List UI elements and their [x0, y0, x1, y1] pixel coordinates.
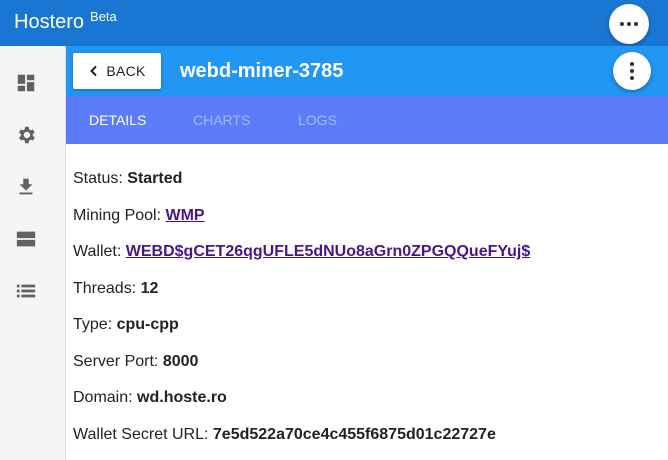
- status-row: Status: Started: [73, 170, 182, 188]
- server-port-label: Server Port:: [73, 353, 159, 370]
- wallet-label: Wallet:: [73, 243, 122, 260]
- wallet-row: Wallet: WEBD$gCET26qgUFLE5dNUo8aGrn0ZPGQ…: [73, 243, 530, 261]
- dashboard-icon: [17, 74, 35, 92]
- tab-bar: DETAILS CHARTS LOGS: [66, 96, 668, 144]
- wallet-secret-row: Wallet Secret URL: 7e5d522a70ce4c455f687…: [73, 426, 496, 444]
- back-button[interactable]: BACK: [73, 53, 161, 89]
- type-row: Type: cpu-cpp: [73, 316, 179, 334]
- sidebar-item-list[interactable]: [14, 279, 38, 303]
- page-header: BACK webd-miner-3785: [66, 46, 668, 96]
- wallet-secret-value: 7e5d522a70ce4c455f6875d01c22727e: [212, 426, 496, 443]
- mining-pool-link[interactable]: WMP: [166, 207, 205, 224]
- mining-pool-row: Mining Pool: WMP: [73, 207, 205, 225]
- domain-value: wd.hoste.ro: [137, 389, 227, 406]
- domain-row: Domain: wd.hoste.ro: [73, 389, 227, 407]
- threads-row: Threads: 12: [73, 280, 158, 298]
- details-panel: Status: Started Mining Pool: WMP Wallet:…: [66, 144, 668, 460]
- app-menu-button[interactable]: [609, 4, 649, 44]
- sidebar-item-dashboard[interactable]: [14, 71, 38, 95]
- threads-label: Threads:: [73, 280, 137, 297]
- domain-label: Domain:: [73, 389, 133, 406]
- server-port-row: Server Port: 8000: [73, 353, 198, 371]
- sidebar-item-storage[interactable]: [14, 227, 38, 251]
- tab-details[interactable]: DETAILS: [89, 112, 146, 128]
- mining-pool-label: Mining Pool:: [73, 207, 162, 224]
- more-vertical-icon: [630, 62, 634, 80]
- type-label: Type:: [73, 316, 113, 333]
- list-icon: [16, 284, 36, 298]
- sidebar-item-download[interactable]: [14, 175, 38, 199]
- app-name: Hostero: [14, 11, 85, 33]
- type-value: cpu-cpp: [116, 316, 179, 333]
- back-label: BACK: [106, 63, 146, 79]
- app-bar: Hostero Beta: [0, 0, 668, 46]
- sidebar-item-settings[interactable]: [14, 123, 38, 147]
- storage-icon: [16, 231, 36, 247]
- settings-icon: [19, 126, 35, 144]
- server-port-value: 8000: [162, 353, 199, 370]
- download-icon: [19, 178, 33, 195]
- wallet-link[interactable]: WEBD$gCET26qgUFLE5dNUo8aGrn0ZPGQQueFYuj$: [126, 243, 531, 260]
- page-title: webd-miner-3785: [180, 60, 344, 82]
- status-label: Status:: [73, 170, 123, 187]
- status-value: Started: [127, 170, 183, 187]
- threads-value: 12: [140, 280, 159, 297]
- chevron-left-icon: [90, 65, 98, 77]
- more-options-button[interactable]: [613, 52, 651, 90]
- wallet-secret-label: Wallet Secret URL:: [73, 426, 209, 443]
- sidebar: [0, 46, 66, 460]
- more-horizontal-icon: [620, 22, 638, 26]
- tab-logs[interactable]: LOGS: [298, 112, 337, 128]
- beta-badge: Beta: [90, 9, 117, 24]
- tab-charts[interactable]: CHARTS: [193, 112, 250, 128]
- app-brand[interactable]: Hostero Beta: [14, 9, 117, 34]
